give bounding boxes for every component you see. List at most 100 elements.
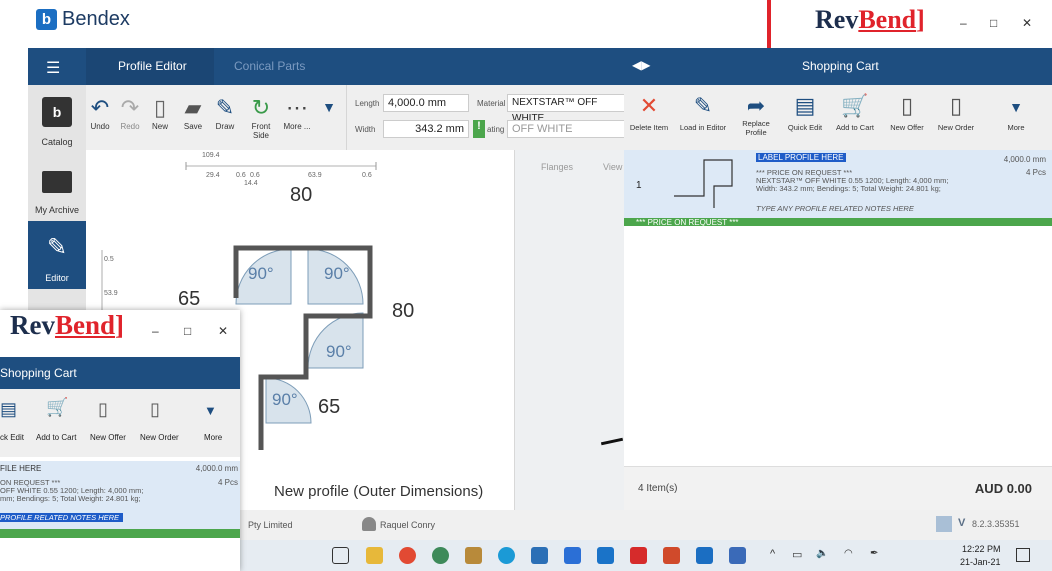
minimize-button[interactable]: –	[960, 16, 967, 30]
undo-button[interactable]: ↶ Undo	[86, 85, 114, 150]
cart-empty-area	[624, 226, 1052, 466]
zoom-icon[interactable]	[564, 547, 581, 564]
volume-icon[interactable]: 🔈	[816, 548, 828, 559]
sidebar-item-catalog[interactable]: b Catalog	[28, 85, 86, 153]
status-bar: Pty Limited Raquel Conry	[238, 510, 624, 540]
folder-save-icon: ▰	[184, 95, 202, 120]
redo-icon: ↷	[120, 95, 140, 120]
app-icon[interactable]	[465, 547, 482, 564]
float-cart-title: Shopping Cart	[0, 366, 77, 380]
hamburger-menu-icon[interactable]: ☰	[46, 58, 60, 78]
tab-conical-parts[interactable]: Conical Parts	[234, 59, 305, 73]
toolbar-dropdown[interactable]: ▼	[314, 85, 344, 150]
powerpoint-icon[interactable]	[663, 547, 680, 564]
new-offer-button[interactable]: ▯ New Offer	[884, 85, 930, 150]
rotate-icon: ↻	[251, 95, 271, 120]
cart-item-row[interactable]: 1 LABEL PROFILE HERE *** PRICE ON REQUES…	[624, 150, 1052, 218]
width-field[interactable]: 343.2 mm	[383, 120, 469, 138]
maximize-button[interactable]: □	[990, 16, 997, 30]
more-cart-button[interactable]: ▼ More	[996, 85, 1036, 150]
notifications-icon[interactable]	[1016, 548, 1030, 562]
taskbar: ^ ▭ 🔈 ◠ ✒ 12:22 PM 21-Jan-21	[238, 540, 1052, 571]
redo-button[interactable]: ↷ Redo	[116, 85, 144, 150]
new-document-icon: ▯	[153, 95, 167, 120]
tab-flanges[interactable]: Flanges	[541, 162, 573, 172]
quick-edit-button[interactable]: ▤ Quick Edit	[782, 85, 828, 150]
tab-profile-editor[interactable]: Profile Editor	[118, 59, 187, 73]
add-to-cart-button[interactable]: 🛒 Add to Cart	[830, 85, 880, 150]
cart-title: Shopping Cart	[802, 59, 879, 73]
length-field[interactable]: 4,000.0 mm	[383, 94, 469, 112]
cart-add-icon[interactable]: 🛒	[46, 397, 68, 418]
warning-badge: !	[473, 120, 485, 138]
dim-bottom: 65	[318, 396, 341, 418]
replace-arrow-icon: ➦	[746, 93, 766, 118]
delete-item-button[interactable]: ✕ Delete Item	[624, 85, 674, 150]
material-field[interactable]: NEXTSTAR™ OFF WHITE	[507, 94, 625, 124]
task-view-icon[interactable]	[332, 547, 349, 564]
chevron-down-icon[interactable]: ▼	[204, 403, 217, 418]
minimize-button[interactable]: –	[152, 324, 159, 338]
profile-label[interactable]: LABEL PROFILE HERE	[756, 153, 846, 162]
store-icon[interactable]	[531, 547, 548, 564]
order-document-icon[interactable]: ▯	[150, 399, 160, 420]
bendex-logo-icon: b	[36, 9, 57, 30]
dim-right: 80	[392, 300, 415, 322]
profile-thumbnail	[674, 159, 733, 208]
battery-icon[interactable]: ▭	[792, 548, 802, 561]
new-order-button[interactable]: ▯ New Order	[932, 85, 980, 150]
angle-label: 90°	[248, 264, 274, 283]
user-icon	[362, 517, 376, 531]
cart-add-icon: 🛒	[841, 93, 869, 118]
floating-revbend-window: RevBend] – □ ✕ Shopping Cart ▤ ck Edit 🛒…	[0, 310, 240, 571]
sidebar-item-my-archive[interactable]: My Archive	[28, 153, 86, 221]
cursor-mark	[600, 437, 624, 446]
edit-pencil-icon: ✎	[693, 93, 713, 118]
coating-field[interactable]: OFF WHITE	[507, 120, 625, 138]
angle-label: 90°	[326, 342, 352, 361]
angle-label: 90°	[272, 390, 298, 409]
float-notes-field[interactable]: PROFILE RELATED NOTES HERE	[0, 513, 124, 522]
edge-icon[interactable]	[498, 547, 515, 564]
chat-icon[interactable]	[936, 516, 952, 532]
title-bar: b Bendex RevBend] – □ ✕	[0, 0, 1052, 74]
front-side-button[interactable]: ↻ Front Side	[244, 85, 278, 150]
close-button[interactable]: ✕	[218, 324, 228, 338]
notes-field[interactable]: TYPE ANY PROFILE RELATED NOTES HERE	[756, 204, 914, 213]
cart-footer: 4 Item(s) AUD 0.00	[624, 466, 1052, 510]
file-explorer-icon[interactable]	[366, 547, 383, 564]
clock-date[interactable]: 21-Jan-21	[960, 557, 1001, 567]
tab-view[interactable]: View	[603, 162, 622, 172]
load-in-editor-button[interactable]: ✎ Load in Editor	[674, 85, 732, 150]
pen-icon[interactable]: ✒	[870, 548, 878, 559]
network-app-icon[interactable]	[729, 547, 746, 564]
split-toggle-icon[interactable]: ◀▶	[632, 58, 650, 72]
wifi-icon[interactable]: ◠	[844, 548, 853, 559]
document-list-icon[interactable]: ▤	[0, 399, 17, 420]
maximize-button[interactable]: □	[184, 324, 191, 338]
app-icon[interactable]	[432, 547, 449, 564]
chrome-icon[interactable]	[399, 547, 416, 564]
folder-icon	[42, 171, 72, 193]
draw-button[interactable]: ✎ Draw	[210, 85, 240, 150]
replace-profile-button[interactable]: ➦ Replace Profile	[732, 85, 780, 150]
flanges-panel: Flanges View	[514, 150, 624, 510]
editor-navbar: ☰ Profile Editor Conical Parts	[28, 48, 624, 85]
cart-toolbar: ✕ Delete Item ✎ Load in Editor ➦ Replace Pr…	[624, 85, 1052, 150]
angle-label: 90°	[324, 264, 350, 283]
new-button[interactable]: ▯ New	[146, 85, 174, 150]
save-button[interactable]: ▰ Save	[178, 85, 208, 150]
acrobat-icon[interactable]	[630, 547, 647, 564]
float-cart-item[interactable]: FILE HERE 4,000.0 mm ON REQUEST *** 4 Pc…	[0, 461, 240, 529]
tray-chevron-icon[interactable]: ^	[770, 548, 775, 560]
offer-document-icon[interactable]: ▯	[98, 399, 108, 420]
bendex-taskbar-icon[interactable]	[696, 547, 713, 564]
outlook-icon[interactable]	[597, 547, 614, 564]
undo-icon: ↶	[90, 95, 110, 120]
clock-time[interactable]: 12:22 PM	[962, 544, 1001, 554]
close-button[interactable]: ✕	[1022, 16, 1032, 30]
ellipsis-icon: ⋯	[286, 95, 308, 120]
sidebar-item-editor[interactable]: ✎ Editor	[28, 221, 86, 289]
more-button[interactable]: ⋯ More ...	[280, 85, 314, 150]
revbend-logo: RevBend]	[815, 5, 925, 34]
